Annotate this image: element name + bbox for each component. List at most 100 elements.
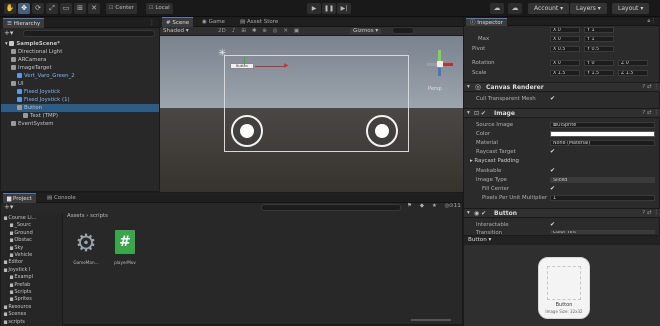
- tab-game[interactable]: ◉ Game: [198, 17, 229, 27]
- scale-z-field[interactable]: Z 1.5: [618, 70, 648, 76]
- gizmos-dropdown[interactable]: Gizmos ▾: [350, 28, 382, 34]
- source-image-field[interactable]: ⊠UISprite: [550, 122, 655, 128]
- hierarchy-search-input[interactable]: [23, 30, 155, 37]
- collab-icon[interactable]: ☁: [490, 3, 504, 14]
- transform-tool-icon[interactable]: ⊞: [74, 3, 86, 14]
- cull-transparent-checkbox[interactable]: ✔: [550, 96, 555, 102]
- scale-tool-icon[interactable]: ⤢: [46, 3, 58, 14]
- cloud-icon[interactable]: ☁: [508, 3, 522, 14]
- scale-x-field[interactable]: X 1.5: [550, 70, 580, 76]
- custom-tool-icon[interactable]: ✕: [88, 3, 100, 14]
- component-menu-icon[interactable]: ? ⇄ ⋮: [642, 84, 659, 90]
- folder-tree-item[interactable]: ▆ Course Li...: [1, 214, 63, 221]
- rotation-z-field[interactable]: Z 0: [618, 60, 648, 66]
- fixed-joystick-right[interactable]: [366, 115, 398, 147]
- account-dropdown[interactable]: Account ▾: [528, 3, 570, 14]
- hierarchy-item[interactable]: Button: [1, 104, 159, 112]
- folder-tree-item[interactable]: ▆ Prefab: [1, 281, 63, 288]
- layout-dropdown[interactable]: Layout ▾: [612, 3, 650, 14]
- ppu-multiplier-field[interactable]: 1: [550, 195, 655, 201]
- pivot-x-field[interactable]: X 0.5: [550, 46, 580, 52]
- transition-dropdown[interactable]: Color Tint: [550, 230, 655, 234]
- hand-tool-icon[interactable]: ✋: [4, 3, 16, 14]
- folder-tree-item[interactable]: ▆ Vehicle: [1, 251, 63, 258]
- panel-menu-icon[interactable]: ⋮: [149, 19, 155, 26]
- component-menu-icon[interactable]: ? ⇄ ⋮: [642, 110, 659, 116]
- zoom-slider[interactable]: [411, 319, 451, 321]
- folder-tree-item[interactable]: ▆ Scripts: [1, 288, 63, 295]
- component-menu-icon[interactable]: ? ⇄ ⋮: [642, 210, 659, 216]
- raycast-target-checkbox[interactable]: ✔: [550, 149, 555, 155]
- tab-console[interactable]: ▤ Console: [43, 193, 80, 203]
- tab-hierarchy[interactable]: ☰ Hierarchy: [3, 18, 45, 28]
- folder-tree-item[interactable]: ▆ Editor: [1, 258, 63, 265]
- layers-dropdown[interactable]: Layers ▾: [570, 3, 607, 14]
- rect-tool-icon[interactable]: ▭: [60, 3, 72, 14]
- hierarchy-item[interactable]: UI: [1, 80, 159, 88]
- maskable-checkbox[interactable]: ✔: [550, 168, 555, 174]
- hierarchy-item[interactable]: ARCamera: [1, 56, 159, 64]
- orientation-gizmo[interactable]: [424, 47, 456, 83]
- play-button[interactable]: ▶: [307, 3, 321, 14]
- max-x-field[interactable]: X 0: [550, 36, 580, 42]
- material-field[interactable]: None (Material): [550, 140, 655, 146]
- rotation-x-field[interactable]: X 0: [550, 60, 580, 66]
- mode-2d-toggle[interactable]: 2D: [218, 28, 226, 34]
- hierarchy-item[interactable]: ImageTarget: [1, 64, 159, 72]
- move-gizmo-y-axis[interactable]: [244, 57, 245, 65]
- folder-tree-item[interactable]: ▆ Obstac: [1, 236, 63, 243]
- asset-playermovement[interactable]: # playerMov: [109, 230, 141, 270]
- button-component-header[interactable]: ▾ ◉ ✔ Button ? ⇄ ⋮: [464, 208, 660, 218]
- preview-header[interactable]: Button ▾: [464, 235, 660, 245]
- folder-tree-item[interactable]: ▆ Ground: [1, 229, 63, 236]
- hierarchy-item[interactable]: Fixed Joystick: [1, 88, 159, 96]
- shading-mode-dropdown[interactable]: Shaded ▾: [163, 28, 189, 34]
- pause-button[interactable]: ❚❚: [322, 3, 336, 14]
- scene-button-object[interactable]: Button: [230, 63, 254, 69]
- project-filter-icons[interactable]: ⚑ ◆ ★ ◎: [407, 203, 453, 209]
- rotate-tool-icon[interactable]: ⟳: [32, 3, 44, 14]
- hierarchy-item[interactable]: Vert_Varo_Green_2: [1, 72, 159, 80]
- folder-tree-item[interactable]: ▆ Joystick I: [1, 266, 63, 273]
- asset-gamemanager[interactable]: ⚙ GameMan...: [71, 230, 101, 270]
- image-type-dropdown[interactable]: Sliced: [550, 177, 655, 183]
- light-gizmo-icon[interactable]: ✳: [218, 48, 226, 59]
- scene-view-toggles[interactable]: ♪ ⊞ ✱ ⊕ ◎ ✕ ▣: [232, 28, 301, 34]
- breadcrumb-scripts[interactable]: scripts: [90, 213, 108, 219]
- folder-tree-item[interactable]: ▆ Exampl: [1, 273, 63, 280]
- folder-tree-item[interactable]: ▆ scripts: [1, 318, 63, 325]
- tab-asset-store[interactable]: ▤ Asset Store: [236, 17, 282, 27]
- hierarchy-item[interactable]: Directional Light: [1, 48, 159, 56]
- tab-scene[interactable]: # Scene: [162, 17, 194, 27]
- step-button[interactable]: ▶|: [337, 3, 351, 14]
- max-y-field[interactable]: Y 1: [584, 36, 614, 42]
- persp-label[interactable]: Persp: [428, 86, 442, 92]
- image-component-header[interactable]: ▾ ⊡ ✔ Image ? ⇄ ⋮: [464, 108, 660, 118]
- pivot-y-field[interactable]: Y 0.5: [584, 46, 614, 52]
- fixed-joystick-left[interactable]: [231, 115, 263, 147]
- pivot-center-toggle[interactable]: ⊡ Center: [106, 3, 137, 14]
- joystick-handle[interactable]: [375, 124, 389, 138]
- tab-project[interactable]: ▆ Project: [3, 193, 36, 203]
- scene-search-input[interactable]: [392, 27, 414, 34]
- folder-tree-item[interactable]: ▆ _Sourc: [1, 221, 63, 228]
- canvas-renderer-header[interactable]: ▾ ◎ Canvas Renderer ? ⇄ ⋮: [464, 82, 660, 92]
- scale-y-field[interactable]: Y 1.5: [584, 70, 614, 76]
- breadcrumb-assets[interactable]: Assets: [67, 213, 85, 219]
- create-asset-button[interactable]: +▾: [4, 203, 13, 211]
- interactable-checkbox[interactable]: ✔: [550, 222, 555, 228]
- folder-tree-item[interactable]: ▆ Sprites: [1, 295, 63, 302]
- hierarchy-item[interactable]: Fixed Joystick (1): [1, 96, 159, 104]
- fill-center-checkbox[interactable]: ✔: [550, 186, 555, 192]
- anchor-min-x[interactable]: X 0: [550, 27, 580, 33]
- pivot-local-toggle[interactable]: ⊡ Local: [146, 3, 173, 14]
- folder-tree-item[interactable]: ▆ Scenes: [1, 310, 63, 317]
- add-object-button[interactable]: +▾: [4, 29, 13, 37]
- color-swatch[interactable]: [550, 131, 655, 137]
- lock-icon[interactable]: 🔒︎⋮: [647, 18, 656, 25]
- hierarchy-item[interactable]: ▾ SampleScene*: [1, 40, 159, 48]
- folder-tree-item[interactable]: ▆ Sky: [1, 244, 63, 251]
- hierarchy-item[interactable]: EventSystem: [1, 120, 159, 128]
- joystick-handle[interactable]: [240, 124, 254, 138]
- project-search-input[interactable]: [261, 204, 401, 211]
